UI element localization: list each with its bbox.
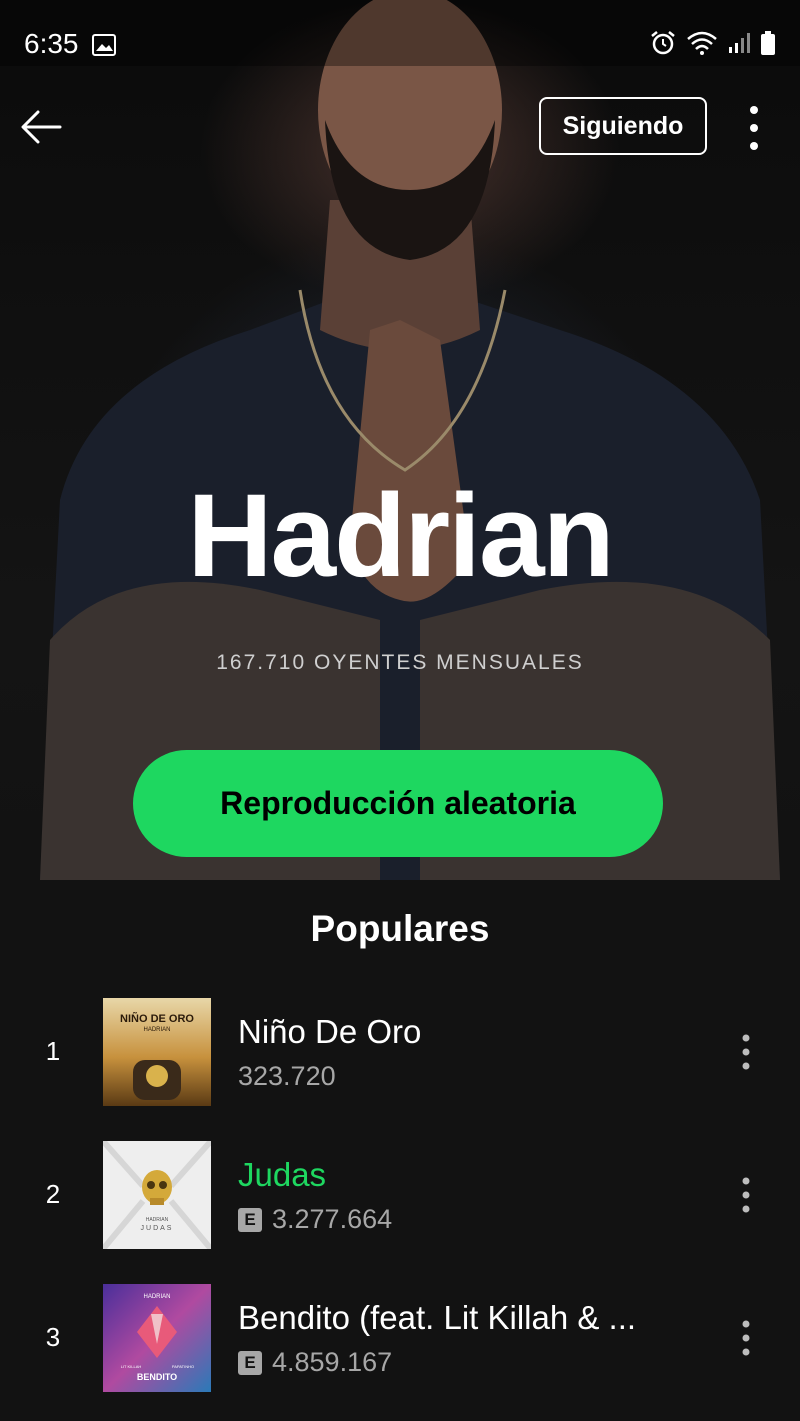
svg-text:HADRIAN: HADRIAN [146,1217,169,1223]
track-number: 3 [45,1322,61,1352]
track-more-icon[interactable] [732,1175,760,1215]
track-title: Judas [238,1156,327,1193]
popular-section-title: Populares [310,908,490,949]
shuffle-play-button[interactable]: Reproducción aleatoria [133,750,663,857]
track-more-icon[interactable] [732,1032,760,1072]
cover-art-judas: HADRIAN JUDAS [103,1141,211,1249]
track-title: Niño De Oro [238,1013,422,1050]
status-icons [650,30,776,56]
svg-text:BENDITO: BENDITO [137,1372,177,1382]
track-row[interactable]: 1 NIÑO DE ORO HADRIAN Niño De Oro 323.72… [0,998,800,1106]
battery-icon [761,31,775,55]
svg-text:PAPATINHO: PAPATINHO [172,1364,194,1369]
vertical-dots-icon[interactable] [738,102,770,154]
cover-art-nino-de-oro: NIÑO DE ORO HADRIAN [103,998,211,1106]
back-arrow-icon[interactable] [18,104,64,150]
svg-text:HADRIAN: HADRIAN [143,1027,170,1033]
track-more-icon[interactable] [732,1318,760,1358]
svg-text:NIÑO DE ORO: NIÑO DE ORO [120,1012,194,1025]
svg-text:LIT KILLAH: LIT KILLAH [121,1364,142,1369]
alarm-icon [651,31,675,55]
status-time: 6:35 [24,28,79,59]
track-title: Bendito (feat. Lit Killah & ... [238,1299,637,1336]
album-cover: HADRIAN LIT KILLAH PAPATINHO BENDITO [103,1284,211,1392]
wifi-icon [687,31,717,55]
status-bar: 6:35 [0,0,800,66]
track-play-count: 323.720 [238,1061,336,1092]
play-count-value: 3.277.664 [272,1204,393,1234]
svg-text:JUDAS: JUDAS [141,1225,174,1232]
monthly-listeners: 167.710 OYENTES MENSUALES [216,651,584,674]
gallery-icon [92,34,116,56]
play-count-value: 4.859.167 [272,1347,393,1377]
track-play-count: E 4.859.167 [238,1347,392,1378]
track-number: 1 [45,1036,61,1066]
track-number: 2 [45,1179,61,1209]
track-play-count: E 3.277.664 [238,1204,392,1235]
signal-icon [729,33,750,53]
play-count-value: 323.720 [238,1061,336,1091]
track-row[interactable]: 2 HADRIAN JUDAS Judas E 3.277.664 [0,1141,800,1249]
cover-art-bendito: HADRIAN LIT KILLAH PAPATINHO BENDITO [103,1284,211,1392]
track-row[interactable]: 3 HADRIAN LIT KILLAH PAPATINHO BENDITO B… [0,1284,800,1392]
explicit-badge: E [238,1207,262,1232]
album-cover: NIÑO DE ORO HADRIAN [103,998,211,1106]
artist-name: Hadrian [187,470,614,602]
following-button[interactable]: Siguiendo [539,97,707,155]
explicit-badge: E [238,1350,262,1375]
album-cover: HADRIAN JUDAS [103,1141,211,1249]
svg-text:HADRIAN: HADRIAN [143,1294,170,1300]
